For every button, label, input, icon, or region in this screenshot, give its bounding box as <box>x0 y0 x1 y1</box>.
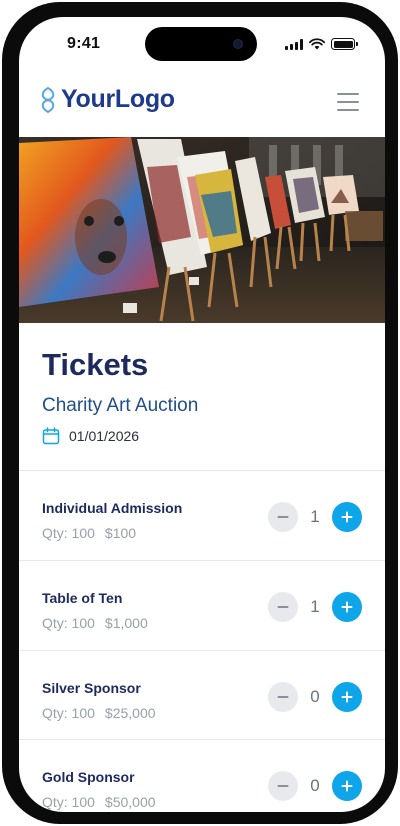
camera-icon <box>233 39 243 49</box>
increment-button[interactable] <box>332 502 362 532</box>
event-name: Charity Art Auction <box>42 395 199 416</box>
ticket-count: 1 <box>310 597 320 616</box>
phone-frame: 9:41 YourLogo Tickets Charity Art Auctio… <box>2 2 398 824</box>
quantity-stepper: 0 <box>268 771 362 801</box>
increment-button[interactable] <box>332 592 362 622</box>
logo[interactable]: YourLogo <box>39 85 175 114</box>
plus-icon <box>341 691 353 703</box>
screen: 9:41 YourLogo Tickets Charity Art Auctio… <box>19 17 385 812</box>
ticket-price: $100 <box>104 525 137 541</box>
hero-image <box>19 137 385 323</box>
ticket-row: Individual Admission Qty: 100 $100 1 <box>19 471 385 560</box>
quantity-stepper: 1 <box>268 502 362 532</box>
ticket-price: $1,000 <box>104 615 148 631</box>
decrement-button[interactable] <box>268 771 298 801</box>
plus-icon <box>341 511 353 523</box>
ticket-meta: Qty: 100 $1,000 <box>42 615 148 631</box>
dynamic-island <box>145 27 257 61</box>
quantity-stepper: 0 <box>268 682 362 712</box>
ticket-qty: Qty: 100 <box>42 615 95 631</box>
logo-text: YourLogo <box>61 85 175 113</box>
decrement-button[interactable] <box>268 502 298 532</box>
ticket-name: Table of Ten <box>42 590 123 606</box>
ticket-qty: Qty: 100 <box>42 794 95 810</box>
increment-button[interactable] <box>332 771 362 801</box>
ticket-meta: Qty: 100 $50,000 <box>42 794 156 810</box>
ticket-price: $25,000 <box>104 705 156 721</box>
status-icons <box>285 38 358 50</box>
status-bar: 9:41 <box>19 17 385 71</box>
app-header: YourLogo <box>19 79 385 137</box>
ticket-name: Gold Sponsor <box>42 769 135 785</box>
logo-icon <box>41 86 55 113</box>
ticket-price: $50,000 <box>104 794 156 810</box>
increment-button[interactable] <box>332 682 362 712</box>
decrement-button[interactable] <box>268 592 298 622</box>
ticket-row: Table of Ten Qty: 100 $1,000 1 <box>19 561 385 650</box>
ticket-qty: Qty: 100 <box>42 525 95 541</box>
page-title: Tickets <box>42 347 149 382</box>
signal-icon <box>285 38 303 50</box>
ticket-row: Gold Sponsor Qty: 100 $50,000 0 <box>19 740 385 812</box>
ticket-name: Individual Admission <box>42 500 183 516</box>
ticket-count: 0 <box>310 687 320 706</box>
ticket-name: Silver Sponsor <box>42 680 141 696</box>
event-date: 01/01/2026 <box>42 427 139 445</box>
battery-icon <box>331 38 358 50</box>
ticket-row: Silver Sponsor Qty: 100 $25,000 0 <box>19 651 385 740</box>
status-time: 9:41 <box>67 35 101 52</box>
calendar-icon <box>42 427 60 445</box>
ticket-count: 0 <box>310 776 320 795</box>
ticket-count: 1 <box>310 507 320 526</box>
event-date-text: 01/01/2026 <box>69 428 140 444</box>
plus-icon <box>341 601 353 613</box>
ticket-meta: Qty: 100 $100 <box>42 525 136 541</box>
minus-icon <box>277 696 289 698</box>
minus-icon <box>277 516 289 518</box>
minus-icon <box>277 606 289 608</box>
ticket-meta: Qty: 100 $25,000 <box>42 705 156 721</box>
menu-icon[interactable] <box>337 93 359 111</box>
decrement-button[interactable] <box>268 682 298 712</box>
minus-icon <box>277 785 289 787</box>
ticket-qty: Qty: 100 <box>42 705 95 721</box>
plus-icon <box>341 780 353 792</box>
quantity-stepper: 1 <box>268 592 362 622</box>
wifi-icon <box>309 38 325 50</box>
